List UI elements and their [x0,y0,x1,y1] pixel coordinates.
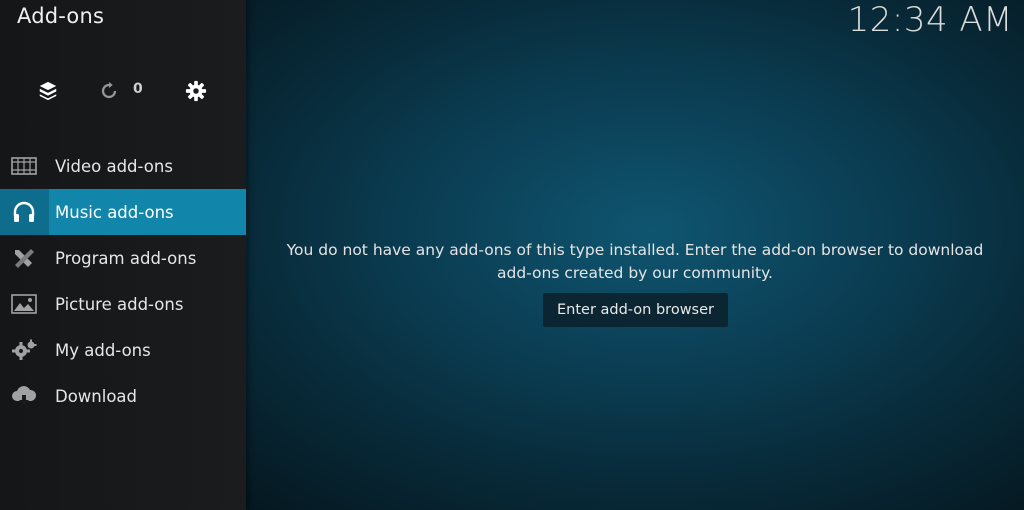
refresh-icon[interactable] [99,78,119,104]
sidebar-item-download[interactable]: Download [0,373,246,419]
sidebar-item-my-addons[interactable]: My add-ons [0,327,246,373]
sidebar-item-label: Video add-ons [55,156,173,176]
sidebar-item-label: Program add-ons [55,248,197,268]
headphones-icon [10,200,38,224]
toolbar: 0 [0,78,246,104]
sidebar-item-label: Picture add-ons [55,294,184,314]
sidebar-item-music-addons[interactable]: Music add-ons [0,189,246,235]
cloud-download-icon [10,384,38,408]
sidebar-item-picture-addons[interactable]: Picture add-ons [0,281,246,327]
film-icon [10,154,38,178]
cogs-icon [10,338,38,362]
sidebar-item-program-addons[interactable]: Program add-ons [0,235,246,281]
update-count: 0 [133,81,143,97]
sidebar-item-label: My add-ons [55,340,151,360]
empty-state-message: You do not have any add-ons of this type… [246,239,1024,284]
tools-icon [10,246,38,270]
sidebar: Add-ons 0 Video add-ons Music add-ons Pr… [0,0,246,510]
message-line-1: You do not have any add-ons of this type… [286,241,984,259]
gear-icon[interactable] [184,78,208,104]
sidebar-menu: Video add-ons Music add-ons Program add- [0,143,246,419]
picture-icon [10,292,38,316]
enter-addon-browser-button[interactable]: Enter add-on browser [543,293,728,327]
clock: 12:34 AM [847,0,1013,40]
message-line-2: add-ons created by our community. [496,263,773,282]
sidebar-item-label: Music add-ons [55,202,174,222]
page-title: Add-ons [17,4,105,28]
sidebar-item-label: Download [55,386,138,406]
box-icon[interactable] [36,78,60,104]
sidebar-item-video-addons[interactable]: Video add-ons [0,143,246,189]
